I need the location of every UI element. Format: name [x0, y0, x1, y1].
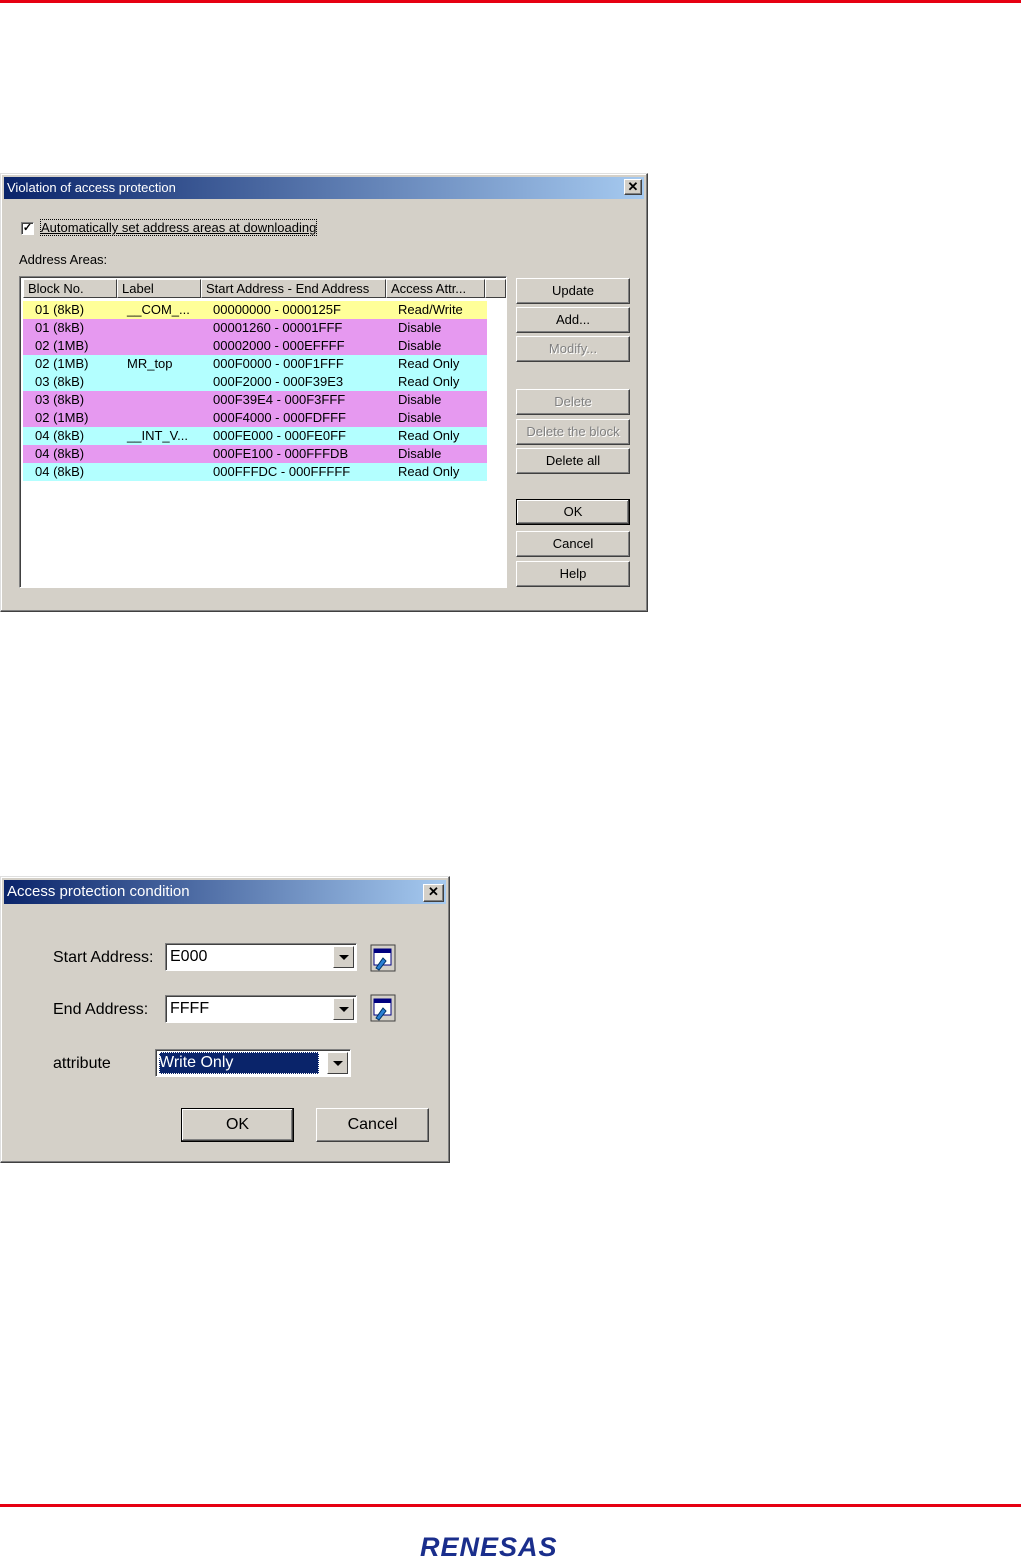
- symbol-picker-icon[interactable]: [370, 994, 396, 1022]
- end-address-value[interactable]: FFFF: [170, 1000, 209, 1017]
- table-row[interactable]: 01 (8kB) __COM_... 00000000 - 0000125F Read…: [23, 301, 487, 319]
- add-button[interactable]: Add...: [516, 307, 630, 333]
- cell-block: 04 (8kB): [35, 446, 85, 461]
- attribute-select[interactable]: Write Only: [155, 1049, 351, 1077]
- start-address-combo[interactable]: E000: [165, 943, 357, 971]
- attribute-value[interactable]: Write Only: [159, 1052, 319, 1074]
- cell-attr: Read Only: [398, 356, 460, 371]
- update-button[interactable]: Update: [516, 278, 630, 304]
- column-header-range[interactable]: Start Address - End Address: [201, 279, 386, 298]
- cell-attr: Read/Write: [398, 302, 463, 317]
- table-row[interactable]: 01 (8kB) 00001260 - 00001FFF Disable: [23, 319, 487, 337]
- cell-attr: Read Only: [398, 464, 460, 479]
- bottom-rule: [0, 1504, 1021, 1507]
- access-condition-dialog: Access protection condition ✕ Start Addr…: [0, 876, 450, 1163]
- close-icon[interactable]: ✕: [624, 179, 642, 195]
- cell-attr: Disable: [398, 338, 442, 353]
- column-header-label[interactable]: Label: [117, 279, 201, 298]
- cancel-button[interactable]: Cancel: [316, 1108, 429, 1142]
- auto-set-label[interactable]: Automatically set address areas at downl…: [39, 219, 318, 236]
- cell-range: 000F2000 - 000F39E3: [213, 374, 344, 389]
- cell-attr: Disable: [398, 410, 442, 425]
- column-header-block[interactable]: Block No.: [23, 279, 117, 298]
- cell-block: 02 (1MB): [35, 410, 89, 425]
- cell-block: 03 (8kB): [35, 374, 85, 389]
- auto-set-checkbox[interactable]: ✓: [21, 222, 34, 235]
- close-icon[interactable]: ✕: [423, 884, 444, 902]
- cell-block: 01 (8kB): [35, 320, 85, 335]
- start-address-value[interactable]: E000: [170, 948, 207, 965]
- cell-range: 00000000 - 0000125F: [213, 302, 341, 317]
- violation-dialog: Violation of access protection ✕ ✓ Autom…: [0, 173, 648, 612]
- table-row[interactable]: 02 (1MB) MR_top 000F0000 - 000F1FFF Read On…: [23, 355, 487, 373]
- cell-block: 02 (1MB): [35, 356, 89, 371]
- cell-block: 02 (1MB): [35, 338, 89, 353]
- chevron-down-icon[interactable]: [327, 1052, 348, 1074]
- modify-button[interactable]: Modify...: [516, 336, 630, 362]
- attribute-label: attribute: [53, 1055, 111, 1072]
- cell-block: 03 (8kB): [35, 392, 85, 407]
- address-areas-label: Address Areas:: [19, 252, 108, 267]
- list-header: Block No. Label Start Address - End Addr…: [23, 279, 506, 298]
- cell-range: 000F39E4 - 000F3FFF: [213, 392, 346, 407]
- cell-block: 01 (8kB): [35, 302, 85, 317]
- cell-label: __COM_...: [127, 302, 190, 317]
- cell-attr: Disable: [398, 392, 442, 407]
- cell-label: __INT_V...: [127, 428, 188, 443]
- cell-block: 04 (8kB): [35, 464, 85, 479]
- cell-attr: Disable: [398, 320, 442, 335]
- delete-block-button[interactable]: Delete the block: [516, 419, 630, 445]
- cell-range: 000FFFDC - 000FFFFF: [213, 464, 351, 479]
- column-header-filler: [485, 279, 506, 298]
- renesas-logo: RENESAS: [420, 1532, 558, 1562]
- cell-range: 000F0000 - 000F1FFF: [213, 356, 344, 371]
- svg-text:RENESAS: RENESAS: [420, 1532, 558, 1562]
- table-row[interactable]: 03 (8kB) 000F39E4 - 000F3FFF Disable: [23, 391, 487, 409]
- dialog-title: Access protection condition: [7, 883, 190, 900]
- table-row[interactable]: 02 (1MB) 000F4000 - 000FDFFF Disable: [23, 409, 487, 427]
- cell-range: 000FE000 - 000FE0FF: [213, 428, 346, 443]
- cell-range: 000F4000 - 000FDFFF: [213, 410, 346, 425]
- end-address-combo[interactable]: FFFF: [165, 995, 357, 1023]
- chevron-down-icon[interactable]: [333, 998, 354, 1020]
- delete-button[interactable]: Delete: [516, 389, 630, 415]
- cell-attr: Disable: [398, 446, 442, 461]
- chevron-down-icon[interactable]: [333, 946, 354, 968]
- start-address-label: Start Address:: [53, 949, 154, 966]
- table-row[interactable]: 03 (8kB) 000F2000 - 000F39E3 Read Only: [23, 373, 487, 391]
- cancel-button[interactable]: Cancel: [516, 531, 630, 557]
- top-rule: [0, 0, 1021, 3]
- ok-button[interactable]: OK: [516, 499, 630, 525]
- cell-attr: Read Only: [398, 374, 460, 389]
- table-row[interactable]: 04 (8kB) 000FFFDC - 000FFFFF Read Only: [23, 463, 487, 481]
- dialog-titlebar[interactable]: Violation of access protection: [4, 177, 644, 199]
- cell-label: MR_top: [127, 356, 173, 371]
- column-header-attr[interactable]: Access Attr...: [386, 279, 485, 298]
- cell-range: 00002000 - 000EFFFF: [213, 338, 345, 353]
- end-address-label: End Address:: [53, 1001, 149, 1018]
- ok-button[interactable]: OK: [181, 1108, 294, 1142]
- symbol-picker-icon[interactable]: [370, 944, 396, 972]
- cell-attr: Read Only: [398, 428, 460, 443]
- cell-range: 000FE100 - 000FFFDB: [213, 446, 349, 461]
- table-row[interactable]: 02 (1MB) 00002000 - 000EFFFF Disable: [23, 337, 487, 355]
- dialog-title: Violation of access protection: [7, 180, 176, 195]
- help-button[interactable]: Help: [516, 561, 630, 587]
- table-row[interactable]: 04 (8kB) 000FE100 - 000FFFDB Disable: [23, 445, 487, 463]
- table-row[interactable]: 04 (8kB) __INT_V... 000FE000 - 000FE0FF Rea…: [23, 427, 487, 445]
- delete-all-button[interactable]: Delete all: [516, 448, 630, 474]
- cell-range: 00001260 - 00001FFF: [213, 320, 343, 335]
- cell-block: 04 (8kB): [35, 428, 85, 443]
- address-areas-list[interactable]: Block No. Label Start Address - End Addr…: [19, 276, 507, 588]
- dialog-titlebar[interactable]: Access protection condition: [4, 880, 446, 904]
